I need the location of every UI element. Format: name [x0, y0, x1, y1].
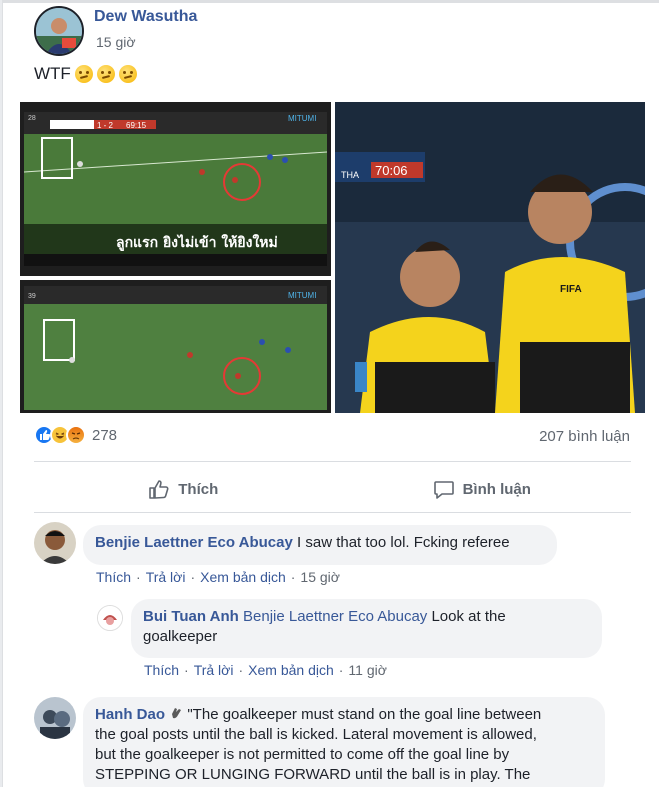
- author-name[interactable]: Dew Wasutha: [94, 8, 197, 26]
- commenter-avatar[interactable]: [34, 697, 76, 739]
- like-button-label: Thích: [178, 480, 219, 498]
- author-avatar[interactable]: [34, 6, 84, 56]
- reply-avatar[interactable]: [97, 605, 123, 631]
- comment-button[interactable]: Bình luận: [333, 474, 632, 504]
- post-text-content: WTF: [34, 64, 71, 83]
- comment-count-link[interactable]: 207 bình luận: [539, 428, 630, 445]
- photo-overlay-text: ลูกแรก ยิงไม่เข้า ให้ยิงใหม่: [116, 233, 278, 251]
- post-text: WTF: [34, 64, 137, 84]
- photo2-brand: MITUMI: [288, 291, 316, 300]
- thinking-face-icon: [118, 65, 137, 83]
- photo3-badge: FIFA: [560, 284, 582, 295]
- reply-text-line2: goalkeeper: [143, 628, 218, 645]
- comment-text-line: but the goalkeeper is not permitted to c…: [95, 746, 510, 763]
- reply-mention[interactable]: Benjie Laettner Eco Abucay: [243, 608, 427, 625]
- comment-reply-link[interactable]: Trả lời: [146, 569, 186, 585]
- comment-text: I saw that too lol. Fcking referee: [297, 534, 510, 551]
- reply-reply-link[interactable]: Trả lời: [194, 662, 234, 678]
- reply-like-link[interactable]: Thích: [144, 662, 179, 678]
- divider: [34, 512, 631, 513]
- reply-text-line1: Look at the: [431, 608, 506, 625]
- post-timestamp[interactable]: 15 giờ: [96, 34, 136, 50]
- post-photo-3[interactable]: 70:06 THA FIFA: [335, 102, 645, 413]
- comment-text-line: the goal posts until the ball is kicked.…: [95, 726, 537, 743]
- photo3-clock: 70:06: [375, 163, 408, 178]
- like-button[interactable]: Thích: [34, 474, 333, 504]
- comment-button-label: Bình luận: [462, 480, 531, 498]
- reply-actions: Thích · Trả lời · Xem bản dịch · 11 giờ: [144, 662, 387, 678]
- comment-bubble-icon: [433, 481, 454, 499]
- commenter-name[interactable]: Hanh Dao: [95, 706, 165, 723]
- comment-bubble: Hanh Dao "The goalkeeper must stand on t…: [83, 697, 605, 787]
- comment-like-link[interactable]: Thích: [96, 569, 131, 585]
- divider: [34, 461, 631, 462]
- angry-reaction-icon: [66, 425, 86, 445]
- reaction-summary[interactable]: 278: [34, 425, 117, 445]
- reply-translate-link[interactable]: Xem bản dịch: [248, 662, 334, 678]
- waving-hand-icon: [172, 708, 182, 719]
- photo2-views: 39: [28, 293, 36, 300]
- reply-time[interactable]: 11 giờ: [348, 662, 387, 678]
- comment-text-line: STEPPING OR LUNGING FORWARD until the ba…: [95, 766, 531, 783]
- reaction-count[interactable]: 278: [92, 427, 117, 444]
- post-photo-2[interactable]: 39 MITUMI: [20, 280, 331, 413]
- photo-views: 28: [28, 115, 36, 122]
- post-photo-1[interactable]: 1 - 2 69:15 28 MITUMI ลูกแรก ยิงไม่เข้า …: [20, 102, 331, 276]
- photo-brand: MITUMI: [288, 114, 316, 123]
- photo-score: 1 - 2: [97, 121, 114, 130]
- comment-bubble: Benjie Laettner Eco Abucay I saw that to…: [83, 525, 557, 565]
- comment-translate-link[interactable]: Xem bản dịch: [200, 569, 286, 585]
- comment-time[interactable]: 15 giờ: [300, 569, 340, 585]
- reply-bubble: Bui Tuan Anh Benjie Laettner Eco Abucay …: [131, 599, 602, 658]
- comment-actions: Thích · Trả lời · Xem bản dịch · 15 giờ: [96, 569, 340, 585]
- post-actions: Thích Bình luận: [34, 474, 631, 504]
- commenter-avatar[interactable]: [34, 522, 76, 564]
- commenter-name[interactable]: Benjie Laettner Eco Abucay: [95, 534, 293, 551]
- reply-commenter-name[interactable]: Bui Tuan Anh: [143, 608, 239, 625]
- thinking-face-icon: [96, 65, 115, 83]
- photo3-team: THA: [341, 170, 359, 180]
- comment-text-line: "The goalkeeper must stand on the goal l…: [187, 706, 542, 723]
- post-card: Dew Wasutha 15 giờ WTF 1 - 2 69:15 28 MI…: [2, 0, 659, 787]
- thinking-face-icon: [74, 65, 93, 83]
- photo-clock: 69:15: [126, 121, 147, 130]
- top-strip: [3, 0, 659, 3]
- thumbs-up-icon: [149, 480, 169, 499]
